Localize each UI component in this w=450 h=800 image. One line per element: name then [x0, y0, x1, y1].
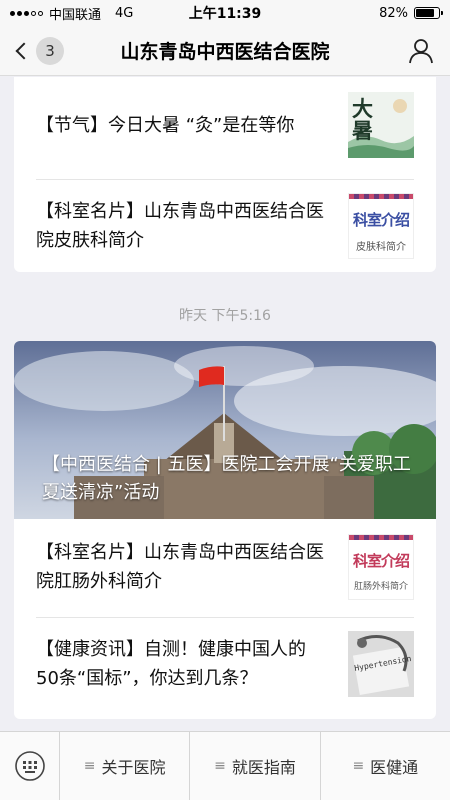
keyboard-toggle-button[interactable]: [0, 732, 60, 800]
message-timestamp: 昨天 下午5:16: [179, 308, 271, 324]
back-button[interactable]: 3: [14, 36, 64, 65]
network-type: 4G: [115, 5, 134, 21]
signal-strength-icon: [10, 10, 43, 16]
status-time: 上午11:39: [188, 6, 262, 22]
keyboard-icon: [14, 751, 45, 781]
menu-item-label: 关于医院: [101, 758, 166, 777]
article-group-card: 【中西医结合 | 五医】医院工会开展“关爱职工 夏送清凉”活动 【科室名片】山东…: [14, 341, 436, 719]
menu-item-medical-guide[interactable]: ≡ 就医指南: [190, 732, 321, 800]
article-item[interactable]: 【科室名片】山东青岛中西医结合医院肛肠外科简介 科室介绍 肛肠外科简介: [36, 521, 414, 613]
unread-count-badge: 3: [36, 36, 64, 65]
page-title: 山东青岛中西医结合医院: [120, 41, 330, 63]
chevron-left-icon: [15, 42, 33, 59]
article-item[interactable]: 【科室名片】山东青岛中西医结合医院皮肤科简介 科室介绍 皮肤科简介: [36, 180, 414, 272]
battery-icon: [414, 7, 443, 19]
article-title: 【科室名片】山东青岛中西医结合医院肛肠外科简介: [36, 542, 324, 592]
status-left: 中国联通 4G: [10, 4, 160, 23]
article-thumbnail: 大暑: [348, 92, 414, 158]
thumbnail-stripe: [349, 194, 413, 199]
bottom-menu: ≡ 关于医院 ≡ 就医指南 ≡ 医健通: [0, 731, 450, 800]
article-title: 【健康资讯】自测！健康中国人的50条“国标”，你达到几条？: [36, 639, 306, 689]
status-right: 82%: [290, 5, 443, 21]
article-item[interactable]: 【节气】今日大暑 “灸”是在等你 大暑: [36, 79, 414, 171]
article-title: 【节气】今日大暑 “灸”是在等你: [36, 114, 295, 136]
menu-item-about-hospital[interactable]: ≡ 关于医院: [60, 732, 191, 800]
message-list[interactable]: 【节气】今日大暑 “灸”是在等你 大暑 【科室名片】山东青岛中西医结合医院皮肤科…: [0, 77, 450, 730]
thumbnail-subtitle: 肛肠外科简介: [353, 582, 408, 592]
cover-article[interactable]: 【中西医结合 | 五医】医院工会开展“关爱职工 夏送清凉”活动: [14, 341, 436, 519]
cover-article-title: 【中西医结合 | 五医】医院工会开展“关爱职工 夏送清凉”活动: [42, 454, 411, 503]
menu-list-icon: ≡: [214, 758, 226, 774]
article-thumbnail: 科室介绍 皮肤科简介: [348, 193, 414, 259]
menu-list-icon: ≡: [352, 758, 365, 774]
person-icon[interactable]: [408, 38, 434, 64]
thumbnail-subtitle: 皮肤科简介: [356, 242, 406, 253]
carrier-name: 中国联通: [49, 7, 102, 23]
battery-percent: 82%: [379, 5, 408, 21]
thumbnail-title: 科室介绍: [352, 552, 410, 570]
article-title: 【科室名片】山东青岛中西医结合医院皮肤科简介: [36, 201, 324, 251]
thumbnail-stripe: [349, 535, 413, 540]
article-thumbnail: Hypertension: [348, 631, 414, 697]
article-item[interactable]: 【健康资讯】自测！健康中国人的50条“国标”，你达到几条？ Hypertensi…: [36, 618, 414, 710]
nav-bar: 3 山东青岛中西医结合医院: [0, 26, 450, 76]
menu-item-health-service[interactable]: ≡ 医健通: [321, 732, 450, 800]
thumbnail-title: 科室介绍: [352, 211, 410, 229]
menu-item-label: 医健通: [370, 758, 419, 777]
status-bar: 中国联通 4G 上午11:39 82%: [0, 0, 450, 26]
article-thumbnail: 科室介绍 肛肠外科简介: [348, 534, 414, 600]
menu-item-label: 就医指南: [231, 758, 296, 777]
thumbnail-text: 大暑: [352, 96, 373, 143]
menu-list-icon: ≡: [83, 758, 96, 774]
article-group-card: 【节气】今日大暑 “灸”是在等你 大暑 【科室名片】山东青岛中西医结合医院皮肤科…: [14, 77, 436, 272]
